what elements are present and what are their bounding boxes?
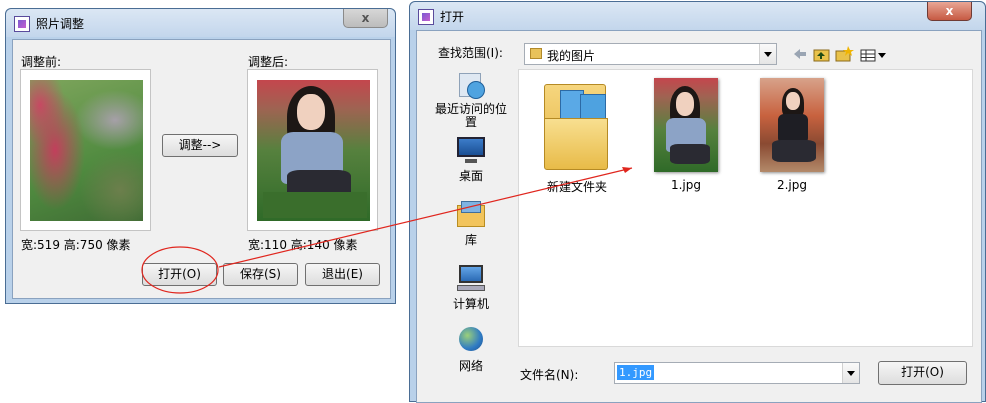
window-title: 打开	[440, 10, 465, 24]
place-desktop[interactable]: 桌面	[425, 135, 517, 184]
after-photo-frame	[247, 69, 378, 231]
image-thumbnail	[654, 78, 718, 172]
before-label: 调整前:	[21, 55, 62, 69]
filename-label: 文件名(N):	[520, 368, 579, 382]
back-icon[interactable]	[794, 49, 806, 59]
image-thumbnail	[760, 78, 824, 172]
folder-icon	[530, 48, 542, 59]
file-item-folder[interactable]: 新建文件夹	[537, 78, 617, 195]
chevron-down-icon[interactable]	[842, 363, 859, 383]
title-bar[interactable]: 照片调整 x	[6, 9, 395, 37]
recent-places-icon	[455, 71, 487, 101]
up-folder-icon[interactable]	[813, 49, 830, 62]
place-network[interactable]: 网络	[425, 325, 517, 374]
place-label: 库	[464, 233, 477, 247]
lookin-combobox[interactable]: 我的图片	[524, 43, 777, 65]
adjust-button[interactable]: 调整-->	[162, 134, 238, 157]
before-size-text: 宽:519 高:750 像素	[21, 238, 131, 252]
computer-icon	[455, 263, 487, 293]
places-bar: 最近访问的位置 桌面 库 计算机 网络	[425, 67, 517, 401]
desktop-icon	[455, 135, 487, 165]
file-name: 1.jpg	[670, 178, 702, 192]
lookin-label: 查找范围(I):	[438, 46, 503, 60]
chevron-down-icon[interactable]	[759, 44, 776, 64]
filename-input[interactable]: 1.jpg	[614, 362, 860, 384]
window-title: 照片调整	[36, 17, 85, 31]
view-menu-icon[interactable]	[860, 49, 886, 62]
app-icon	[14, 16, 30, 32]
window-client: 调整前: 调整后: 调整--> 宽:519 高:750 像素 宽:110 高:1…	[12, 39, 391, 299]
nav-toolbar	[794, 46, 886, 62]
file-item-2jpg[interactable]: 2.jpg	[752, 78, 832, 192]
new-folder-icon[interactable]	[835, 46, 854, 62]
place-label: 最近访问的位置	[434, 102, 507, 129]
file-name: 2.jpg	[776, 178, 808, 192]
close-button[interactable]: x	[343, 9, 388, 28]
after-label: 调整后:	[248, 55, 289, 69]
place-computer[interactable]: 计算机	[425, 263, 517, 312]
folder-icon	[544, 78, 610, 172]
place-label: 网络	[458, 359, 483, 373]
file-name: 新建文件夹	[546, 180, 607, 194]
before-photo	[30, 80, 143, 221]
filename-value: 1.jpg	[617, 365, 655, 380]
open-button[interactable]: 打开(O)	[142, 263, 217, 286]
title-bar[interactable]: 打开 x	[410, 2, 985, 30]
after-size-text: 宽:110 高:140 像素	[248, 238, 358, 252]
place-recent[interactable]: 最近访问的位置	[425, 71, 517, 129]
exit-button[interactable]: 退出(E)	[305, 263, 380, 286]
place-library[interactable]: 库	[425, 199, 517, 248]
place-label: 计算机	[452, 297, 489, 311]
photo-adjust-window: 照片调整 x 调整前: 调整后: 调整--> 宽:519 高:750 像素 宽:…	[5, 8, 396, 304]
dialog-client: 查找范围(I): 我的图片 最近访问的位置 桌面 库 计算机 网络 新建文件夹 …	[416, 30, 982, 403]
app-icon	[418, 9, 434, 25]
library-icon	[455, 199, 487, 229]
file-list-view[interactable]: 新建文件夹 1.jpg 2.jpg	[518, 69, 973, 347]
open-button[interactable]: 打开(O)	[878, 361, 967, 385]
place-label: 桌面	[458, 169, 483, 183]
open-file-dialog: 打开 x 查找范围(I): 我的图片 最近访问的位置 桌面 库 计算机 网络 新…	[409, 1, 986, 403]
file-item-1jpg[interactable]: 1.jpg	[646, 78, 726, 192]
save-button[interactable]: 保存(S)	[223, 263, 298, 286]
network-icon	[455, 325, 487, 355]
lookin-value: 我的图片	[547, 49, 596, 63]
after-photo	[257, 80, 370, 221]
before-photo-frame	[20, 69, 151, 231]
close-button[interactable]: x	[927, 2, 972, 21]
